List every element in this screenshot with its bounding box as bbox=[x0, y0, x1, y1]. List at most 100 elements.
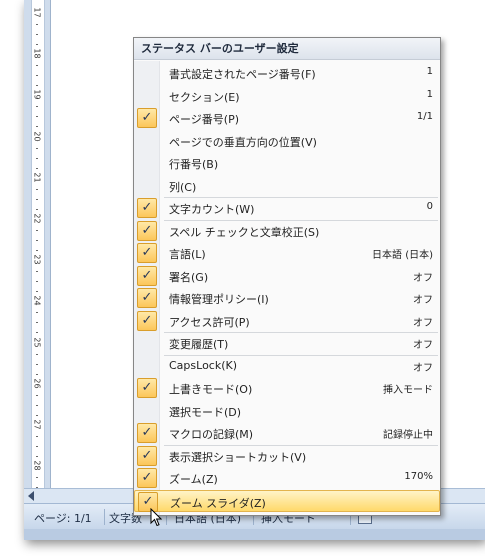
ruler-number: 28 bbox=[32, 460, 42, 471]
ruler-tick bbox=[36, 85, 38, 87]
status-separator bbox=[104, 509, 105, 525]
menu-item-label: 変更履歴(T) bbox=[169, 338, 229, 351]
checkmark-icon: ✓ bbox=[137, 423, 157, 443]
ruler-tick bbox=[36, 208, 38, 210]
menu-item-label: ズーム スライダ(Z) bbox=[170, 496, 266, 510]
ruler-tick bbox=[36, 65, 38, 67]
menu-item[interactable]: 書式設定されたページ番号(F) 1 bbox=[134, 62, 440, 84]
ruler-tick bbox=[36, 126, 38, 128]
checkmark-icon: ✓ bbox=[137, 243, 157, 263]
menu-item[interactable]: 変更履歴(T) オフ bbox=[134, 332, 440, 354]
ruler-tick bbox=[36, 198, 38, 200]
ruler-number: 21 bbox=[32, 172, 42, 183]
menu-item[interactable]: ✓ 情報管理ポリシー(I) オフ bbox=[134, 287, 440, 309]
ruler-tick bbox=[36, 240, 38, 241]
checkmark-icon: ✓ bbox=[137, 468, 157, 488]
ruler-tick bbox=[36, 281, 38, 283]
menu-item[interactable]: 選択モード(D) bbox=[134, 400, 440, 422]
menu-item-label: ページ番号(P) bbox=[169, 113, 239, 126]
menu-item[interactable]: ✓ 言語(L) 日本語 (日本) bbox=[134, 242, 440, 264]
menu-item-label: アクセス許可(P) bbox=[169, 315, 250, 329]
ruler-tick bbox=[36, 446, 38, 447]
ruler-tick bbox=[36, 436, 38, 437]
ruler-tick bbox=[36, 250, 38, 251]
ruler-tick bbox=[36, 332, 38, 334]
status-page-number[interactable]: ページ: 1/1 bbox=[34, 510, 92, 526]
menu-item-value: オフ bbox=[413, 362, 433, 374]
menu-item-label: 行番号(B) bbox=[169, 158, 219, 171]
menu-item-label: ページでの垂直方向の位置(V) bbox=[169, 135, 317, 149]
ruler-number: 26 bbox=[32, 378, 42, 389]
ruler-tick bbox=[36, 106, 38, 108]
menu-item-label: 文字カウント(W) bbox=[169, 203, 255, 216]
scroll-left-arrow-icon[interactable] bbox=[28, 491, 34, 501]
menu-item[interactable]: ✓ ズーム(Z) 170% bbox=[134, 467, 440, 489]
menu-item[interactable]: セクション(E) 1 bbox=[134, 85, 440, 107]
ruler-tick bbox=[36, 291, 38, 293]
menu-item-value: 170% bbox=[404, 471, 433, 482]
menu-item-label: セクション(E) bbox=[169, 90, 240, 104]
menu-item[interactable]: ✓ ズーム スライダ(Z) bbox=[134, 489, 440, 512]
menu-item-value: 日本語 (日本) bbox=[372, 250, 433, 261]
menu-item-value: 挿入モード bbox=[383, 385, 433, 396]
menu-item[interactable]: ✓ ページ番号(P) 1/1 bbox=[134, 107, 440, 129]
menu-item[interactable]: CapsLock(K) オフ bbox=[134, 355, 440, 377]
checkmark-icon: ✓ bbox=[137, 108, 157, 128]
menu-item-value: 記録停止中 bbox=[383, 430, 433, 441]
checkmark-icon: ✓ bbox=[137, 445, 157, 466]
menu-item-value: 0 bbox=[426, 201, 433, 212]
ruler-number: 24 bbox=[32, 295, 42, 306]
ruler-tick bbox=[36, 322, 38, 324]
menu-item[interactable]: ✓ 表示選択ショートカット(V) bbox=[134, 445, 440, 467]
menu-item[interactable]: ✓ 上書きモード(O) 挿入モード bbox=[134, 377, 440, 399]
ruler-tick bbox=[36, 116, 38, 118]
menu-item-label: スペル チェックと文章校正(S) bbox=[169, 225, 320, 239]
checkmark-icon: ✓ bbox=[137, 198, 157, 218]
menu-title: ステータス バーのユーザー設定 bbox=[134, 38, 440, 60]
checkmark-icon: ✓ bbox=[137, 378, 157, 398]
menu-item[interactable]: ✓ 文字カウント(W) 0 bbox=[134, 197, 440, 219]
ruler-tick bbox=[36, 404, 38, 406]
menu-item-label: ズーム(Z) bbox=[169, 473, 218, 486]
ruler-number: 23 bbox=[32, 254, 42, 265]
checkmark-icon: ✓ bbox=[137, 220, 157, 241]
menu-item-label: 選択モード(D) bbox=[169, 405, 242, 419]
menu-item[interactable]: 行番号(B) bbox=[134, 152, 440, 174]
ruler-number: 17 bbox=[32, 7, 42, 18]
ruler-number: 27 bbox=[32, 419, 42, 430]
status-bar-customize-menu: ステータス バーのユーザー設定 書式設定されたページ番号(F) 1 セクション(E)… bbox=[133, 37, 441, 516]
menu-item[interactable]: ✓ 署名(G) オフ bbox=[134, 265, 440, 287]
ruler-number: 20 bbox=[32, 131, 42, 142]
mouse-cursor-icon bbox=[150, 508, 162, 527]
menu-item[interactable]: ✓ マクロの記録(M) 記録停止中 bbox=[134, 422, 440, 444]
menu-item-value: オフ bbox=[413, 317, 433, 329]
menu-item[interactable]: ページでの垂直方向の位置(V) bbox=[134, 130, 440, 152]
ruler-tick bbox=[36, 44, 38, 45]
ruler-tick bbox=[36, 34, 38, 35]
ruler-tick bbox=[36, 477, 38, 479]
checkmark-icon: ✓ bbox=[137, 265, 157, 286]
ruler-tick bbox=[36, 456, 38, 457]
menu-item[interactable]: 列(C) bbox=[134, 175, 440, 197]
ruler-tick bbox=[36, 75, 38, 77]
ruler-tick bbox=[36, 24, 38, 25]
ruler-tick bbox=[36, 167, 38, 169]
ruler-tick bbox=[36, 157, 38, 159]
ruler-tick bbox=[36, 147, 38, 149]
ruler-number: 25 bbox=[32, 337, 42, 348]
ruler-tick bbox=[36, 271, 38, 273]
menu-item-label: 情報管理ポリシー(I) bbox=[169, 293, 269, 306]
ruler-tick bbox=[36, 373, 38, 375]
ruler-number: 19 bbox=[32, 89, 42, 100]
menu-item-value: オフ bbox=[413, 340, 433, 351]
window-bottom-edge bbox=[24, 529, 485, 540]
checkmark-icon: ✓ bbox=[137, 288, 157, 308]
menu-item[interactable]: ✓ アクセス許可(P) オフ bbox=[134, 310, 440, 332]
menu-item-value: 1 bbox=[426, 88, 433, 100]
menu-item[interactable]: ✓ スペル チェックと文章校正(S) bbox=[134, 220, 440, 242]
menu-item-label: 表示選択ショートカット(V) bbox=[169, 450, 307, 464]
menu-item-label: 書式設定されたページ番号(F) bbox=[169, 68, 316, 81]
ruler-tick bbox=[36, 414, 38, 416]
menu-item-label: 列(C) bbox=[169, 180, 197, 194]
ruler-tick bbox=[36, 188, 38, 190]
